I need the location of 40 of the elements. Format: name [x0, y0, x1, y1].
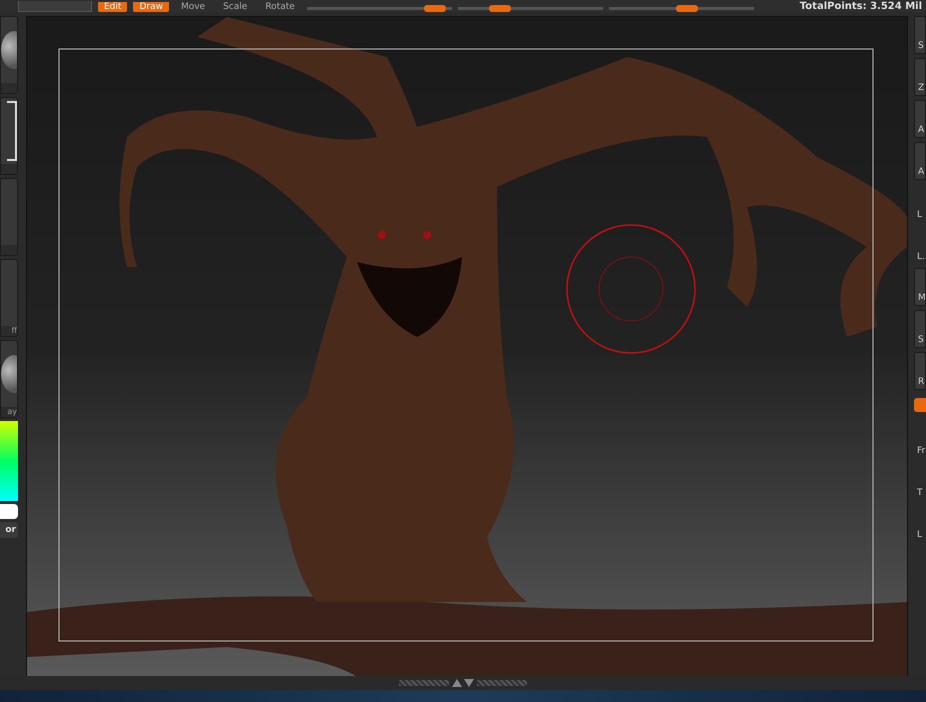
- tray-handle[interactable]: [399, 680, 449, 686]
- mode-button[interactable]: Scale: [217, 2, 254, 12]
- tool-button[interactable]: Z: [914, 58, 926, 96]
- tool-tile[interactable]: ay: [0, 340, 18, 418]
- tile-label: ff: [1, 326, 17, 336]
- tool-button[interactable]: A: [914, 100, 926, 138]
- accent-button[interactable]: [914, 398, 926, 412]
- tool-button[interactable]: T: [914, 462, 926, 500]
- color-picker[interactable]: [0, 421, 18, 501]
- up-down-arrows-icon[interactable]: [452, 679, 474, 687]
- slider[interactable]: [458, 7, 603, 10]
- tile-caption-bar: [1, 245, 17, 255]
- tool-button[interactable]: L.: [914, 226, 926, 264]
- total-points-readout: TotalPoints: 3.524 Mil: [800, 1, 923, 12]
- slider[interactable]: [608, 7, 754, 10]
- slider[interactable]: [306, 7, 452, 10]
- tool-button[interactable]: M: [914, 268, 926, 306]
- tool-button[interactable]: S: [914, 16, 926, 54]
- tool-tile[interactable]: ff: [0, 259, 18, 337]
- tool-button[interactable]: S: [914, 310, 926, 348]
- tile-caption-bar: [1, 164, 17, 174]
- tile-caption-bar: [1, 83, 17, 93]
- tray-handle[interactable]: [477, 680, 527, 686]
- tool-button[interactable]: L: [914, 504, 926, 542]
- tool-tile[interactable]: [0, 178, 18, 256]
- color-button[interactable]: or: [0, 522, 18, 538]
- tool-button[interactable]: A: [914, 142, 926, 180]
- tool-tile[interactable]: [0, 16, 18, 94]
- frame-icon: [7, 101, 17, 161]
- color-swatch[interactable]: [0, 504, 18, 519]
- tool-tile[interactable]: [0, 97, 18, 175]
- mode-button[interactable]: Move: [174, 2, 212, 12]
- tile-label: ay: [1, 407, 17, 417]
- slider-thumb[interactable]: [488, 5, 511, 12]
- tool-button[interactable]: R: [914, 352, 926, 390]
- slider-thumb[interactable]: [424, 5, 446, 12]
- tool-button[interactable]: L: [914, 184, 926, 222]
- slider-thumb[interactable]: [676, 5, 698, 12]
- mode-button[interactable]: Rotate: [259, 2, 301, 12]
- tool-button[interactable]: Fr: [914, 420, 926, 458]
